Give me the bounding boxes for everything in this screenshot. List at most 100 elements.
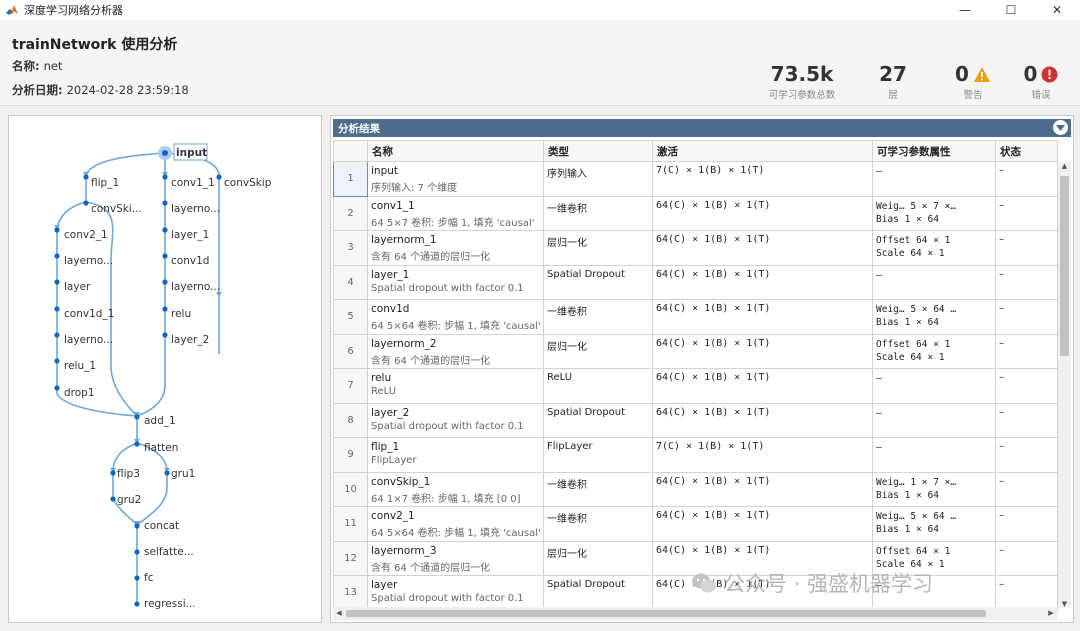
name-value: net bbox=[43, 59, 63, 73]
results-table[interactable]: 名称 类型 激活 可学习参数属性 状态 1 input 序列输入: 7 个维度 序列输… bbox=[333, 140, 1058, 611]
table-row[interactable]: 4 layer_1 Spatial dropout with factor 0.1 S… bbox=[333, 264, 1058, 300]
scroll-up-icon[interactable]: ▲ bbox=[1058, 162, 1071, 170]
vertical-scrollbar[interactable]: ▲ ▼ bbox=[1058, 162, 1071, 608]
scroll-right-icon[interactable]: ▶ bbox=[1045, 607, 1057, 620]
row-index: 10 bbox=[333, 471, 368, 507]
row-type-cell: FlipLayer bbox=[543, 437, 653, 473]
table-row[interactable]: 5 conv1d 64 5×64 卷积: 步幅 1, 填充 'causal' 一维卷积… bbox=[333, 299, 1058, 335]
graph-node-flatten bbox=[134, 441, 140, 447]
graph-node-layerno3 bbox=[162, 279, 168, 285]
table-row[interactable]: 2 conv1_1 64 5×7 卷积: 步幅 1, 填充 'causal' 一维卷积… bbox=[333, 195, 1058, 231]
row-index: 1 bbox=[333, 161, 368, 197]
window-titlebar: 深度学习网络分析器 — ☐ ✕ bbox=[0, 0, 1080, 20]
row-type-cell: Spatial Dropout bbox=[543, 264, 653, 300]
scroll-down-icon[interactable]: ▼ bbox=[1058, 600, 1071, 608]
row-learnables-cell: Weig… 5 × 64 … Bias 1 × 64 bbox=[872, 299, 996, 335]
graph-node-input[interactable] bbox=[162, 150, 168, 156]
layer-graph[interactable]: input flip_1 conv1_1 convSkip convSki...… bbox=[9, 116, 321, 622]
graph-edges bbox=[56, 152, 220, 602]
row-learnables-cell: – bbox=[872, 264, 996, 300]
graph-node-conv1d bbox=[162, 253, 168, 259]
horizontal-scroll-thumb[interactable] bbox=[346, 610, 986, 617]
learnable-prop-2: Bias 1 × 64 bbox=[876, 524, 939, 535]
row-activation-cell: 64(C) × 1(B) × 1(T) bbox=[652, 195, 873, 231]
row-name-cell: conv2_1 64 5×64 卷积: 步幅 1, 填充 'causal' bbox=[367, 506, 544, 542]
table-row[interactable]: 9 flip_1 FlipLayer FlipLayer 7(C) × 1(B) × 1… bbox=[333, 437, 1058, 473]
layer-name: conv2_1 bbox=[371, 510, 415, 522]
row-learnables-cell: Weig… 1 × 7 ×… Bias 1 × 64 bbox=[872, 471, 996, 507]
table-row[interactable]: 1 input 序列输入: 7 个维度 序列输入 7(C) × 1(B) × 1(T) –… bbox=[333, 161, 1058, 197]
graph-node-regressi bbox=[134, 601, 140, 607]
table-row[interactable]: 6 layernorm_2 含有 64 个通道的层归一化 层归一化 64(C) × 1(… bbox=[333, 333, 1058, 369]
layer-name: layer_2 bbox=[371, 406, 410, 419]
table-row[interactable]: 7 relu ReLU ReLU 64(C) × 1(B) × 1(T) – – bbox=[333, 368, 1058, 404]
close-button[interactable]: ✕ bbox=[1034, 0, 1080, 20]
layer-name: layer bbox=[371, 579, 398, 591]
analysis-date-row: 分析日期: 2024-02-28 23:59:18 bbox=[12, 82, 189, 98]
layer-name: layernorm_3 bbox=[371, 544, 437, 557]
table-row[interactable]: 11 conv2_1 64 5×64 卷积: 步幅 1, 填充 'causal' 一维… bbox=[333, 506, 1058, 542]
row-learnables-cell: Offset 64 × 1 Scale 64 × 1 bbox=[872, 333, 996, 369]
row-type-cell: 序列输入 bbox=[543, 161, 653, 197]
row-type-cell: 一维卷积 bbox=[543, 506, 653, 542]
graph-node-concat bbox=[134, 523, 140, 529]
col-type-header[interactable]: 类型 bbox=[543, 140, 653, 162]
row-type-cell: 层归一化 bbox=[543, 333, 653, 369]
graph-label-add_1: add_1 bbox=[144, 415, 176, 427]
row-name-cell: layer_1 Spatial dropout with factor 0.1 bbox=[367, 264, 544, 300]
collapse-button[interactable] bbox=[1053, 120, 1068, 135]
name-label: 名称: bbox=[12, 59, 40, 73]
row-status-cell: – bbox=[995, 437, 1058, 473]
row-type-cell: ReLU bbox=[543, 368, 653, 404]
stat-warnings-value: 0 bbox=[955, 62, 969, 86]
layer-description: 序列输入: 7 个维度 bbox=[371, 183, 458, 194]
col-name-header[interactable]: 名称 bbox=[367, 140, 544, 162]
layer-name: layer_1 bbox=[371, 268, 410, 281]
graph-label-convSki: convSki... bbox=[91, 203, 142, 215]
graph-label-layerno2: layerno... bbox=[64, 255, 113, 267]
row-name-cell: layernorm_1 含有 64 个通道的层归一化 bbox=[367, 230, 544, 266]
minimize-button[interactable]: — bbox=[942, 0, 988, 20]
scroll-left-icon[interactable]: ◀ bbox=[333, 607, 345, 620]
layer-name: input bbox=[371, 165, 399, 177]
graph-node-relu_1 bbox=[54, 358, 60, 364]
matlab-logo-icon bbox=[6, 5, 18, 15]
graph-label-drop1: drop1 bbox=[64, 387, 95, 399]
results-title: 分析结果 bbox=[338, 122, 380, 135]
graph-label-flatten: flatten bbox=[144, 442, 178, 454]
table-row[interactable]: 3 layernorm_1 含有 64 个通道的层归一化 层归一化 64(C) × 1(… bbox=[333, 230, 1058, 266]
row-status-cell: – bbox=[995, 471, 1058, 507]
layer-description: Spatial dropout with factor 0.1 bbox=[371, 420, 524, 432]
graph-node-gru1 bbox=[164, 470, 170, 476]
analysis-results-panel: 分析结果 名称 类型 激活 可学习参数属性 状态 1 input 序列输入: 7 个… bbox=[330, 115, 1074, 623]
layer-name: convSkip_1 bbox=[371, 475, 431, 488]
layer-description: Spatial dropout with factor 0.1 bbox=[371, 593, 524, 604]
row-status-cell: – bbox=[995, 402, 1058, 438]
stat-learnables-value: 73.5k bbox=[770, 62, 834, 86]
maximize-button[interactable]: ☐ bbox=[988, 0, 1034, 20]
row-activation-cell: 64(C) × 1(B) × 1(T) bbox=[652, 506, 873, 542]
row-name-cell: layer_2 Spatial dropout with factor 0.1 bbox=[367, 402, 544, 438]
table-row[interactable]: 10 convSkip_1 64 1×7 卷积: 步幅 1, 填充 [0 0] 一维卷… bbox=[333, 471, 1058, 507]
col-activation-header[interactable]: 激活 bbox=[652, 140, 873, 162]
layer-name: conv1_1 bbox=[371, 199, 415, 212]
graph-label-layerno3: layerno... bbox=[171, 281, 220, 293]
learnable-prop-1: – bbox=[876, 373, 882, 384]
row-status-cell: – bbox=[995, 161, 1058, 197]
row-index: 9 bbox=[333, 437, 368, 473]
horizontal-scrollbar[interactable]: ◀ ▶ bbox=[333, 607, 1057, 620]
learnable-prop-1: – bbox=[876, 166, 882, 177]
stat-warnings[interactable]: 0 警告 bbox=[944, 62, 1002, 101]
col-learnables-header[interactable]: 可学习参数属性 bbox=[872, 140, 996, 162]
vertical-scroll-thumb[interactable] bbox=[1060, 176, 1069, 356]
row-index: 11 bbox=[333, 506, 368, 542]
graph-node-layerno2 bbox=[54, 253, 60, 259]
network-graph-panel[interactable]: input flip_1 conv1_1 convSkip convSki...… bbox=[8, 115, 322, 623]
col-status-header[interactable]: 状态 bbox=[995, 140, 1058, 162]
graph-label-concat: concat bbox=[144, 520, 179, 532]
row-status-cell: – bbox=[995, 575, 1058, 611]
stat-layers-label: 层 bbox=[888, 90, 898, 101]
stat-errors[interactable]: 0 错误 bbox=[1012, 62, 1070, 101]
date-label: 分析日期: bbox=[12, 83, 63, 97]
table-row[interactable]: 8 layer_2 Spatial dropout with factor 0.1 S… bbox=[333, 402, 1058, 438]
